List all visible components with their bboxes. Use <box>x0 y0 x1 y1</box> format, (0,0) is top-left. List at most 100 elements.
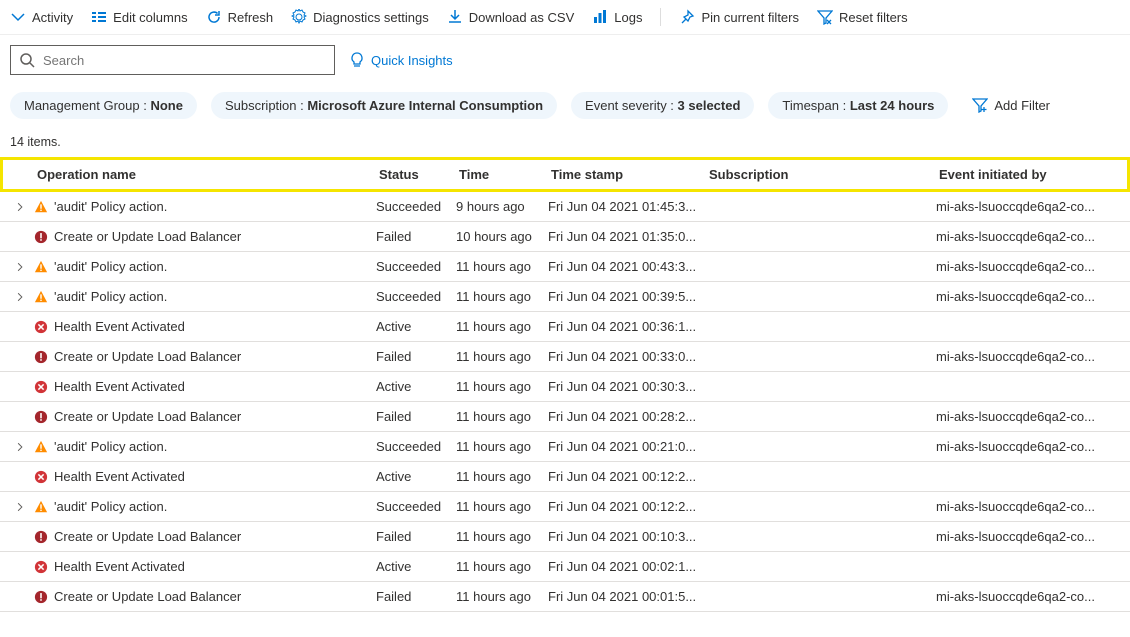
reset-label: Reset filters <box>839 10 908 25</box>
refresh-button[interactable]: Refresh <box>206 9 274 25</box>
logs-icon <box>592 9 608 25</box>
operation-name-text: 'audit' Policy action. <box>54 439 167 454</box>
edit-columns-button[interactable]: Edit columns <box>91 9 187 25</box>
activity-label: Activity <box>32 10 73 25</box>
cell-operation-name: 'audit' Policy action. <box>34 259 376 274</box>
pill-event-severity[interactable]: Event severity : 3 selected <box>571 92 754 119</box>
cell-timestamp: Fri Jun 04 2021 00:43:3... <box>548 259 706 274</box>
table-header: Operation name Status Time Time stamp Su… <box>0 157 1130 192</box>
reset-filters-button[interactable]: Reset filters <box>817 9 908 25</box>
warning-icon <box>34 500 48 514</box>
table-row[interactable]: 'audit' Policy action.Succeeded9 hours a… <box>0 192 1130 222</box>
cell-time: 11 hours ago <box>456 589 548 604</box>
toolbar-separator <box>660 8 661 26</box>
cell-event-initiated-by: mi-aks-lsuoccqde6qa2-co... <box>936 289 1124 304</box>
table-row[interactable]: Create or Update Load BalancerFailed11 h… <box>0 342 1130 372</box>
pill-management-group[interactable]: Management Group : None <box>10 92 197 119</box>
cell-timestamp: Fri Jun 04 2021 00:12:2... <box>548 499 706 514</box>
col-timestamp[interactable]: Time stamp <box>551 167 709 182</box>
operation-name-text: Create or Update Load Balancer <box>54 589 241 604</box>
table-row[interactable]: Create or Update Load BalancerFailed11 h… <box>0 582 1130 612</box>
table-body: 'audit' Policy action.Succeeded9 hours a… <box>0 192 1130 612</box>
table-row[interactable]: 'audit' Policy action.Succeeded11 hours … <box>0 252 1130 282</box>
expand-toggle[interactable] <box>6 442 34 452</box>
col-time[interactable]: Time <box>459 167 551 182</box>
pill-mg-value: None <box>150 98 183 113</box>
col-operation-name[interactable]: Operation name <box>37 167 379 182</box>
add-filter-button[interactable]: Add Filter <box>962 91 1060 119</box>
cell-time: 11 hours ago <box>456 409 548 424</box>
cell-event-initiated-by: mi-aks-lsuoccqde6qa2-co... <box>936 259 1124 274</box>
pin-label: Pin current filters <box>701 10 799 25</box>
table-row[interactable]: Health Event ActivatedActive11 hours ago… <box>0 312 1130 342</box>
pill-sev-value: 3 selected <box>678 98 741 113</box>
table-row[interactable]: Create or Update Load BalancerFailed11 h… <box>0 522 1130 552</box>
operation-name-text: Create or Update Load Balancer <box>54 349 241 364</box>
logs-button[interactable]: Logs <box>592 9 642 25</box>
pin-filters-button[interactable]: Pin current filters <box>679 9 799 25</box>
search-box[interactable] <box>10 45 335 75</box>
chevron-down-icon <box>10 9 26 25</box>
table-row[interactable]: Create or Update Load BalancerFailed11 h… <box>0 402 1130 432</box>
diagnostics-label: Diagnostics settings <box>313 10 429 25</box>
pill-subscription[interactable]: Subscription : Microsoft Azure Internal … <box>211 92 557 119</box>
cell-operation-name: Create or Update Load Balancer <box>34 409 376 424</box>
search-input[interactable] <box>43 53 326 68</box>
cell-event-initiated-by: mi-aks-lsuoccqde6qa2-co... <box>936 409 1124 424</box>
cell-timestamp: Fri Jun 04 2021 00:30:3... <box>548 379 706 394</box>
cell-operation-name: Health Event Activated <box>34 469 376 484</box>
diagnostics-button[interactable]: Diagnostics settings <box>291 9 429 25</box>
expand-toggle[interactable] <box>6 262 34 272</box>
cell-timestamp: Fri Jun 04 2021 00:01:5... <box>548 589 706 604</box>
table-row[interactable]: 'audit' Policy action.Succeeded11 hours … <box>0 432 1130 462</box>
operation-name-text: Create or Update Load Balancer <box>54 529 241 544</box>
table-row[interactable]: Health Event ActivatedActive11 hours ago… <box>0 462 1130 492</box>
cell-event-initiated-by: mi-aks-lsuoccqde6qa2-co... <box>936 499 1124 514</box>
operation-name-text: Health Event Activated <box>54 469 185 484</box>
cell-operation-name: Create or Update Load Balancer <box>34 229 376 244</box>
table-row[interactable]: Health Event ActivatedActive11 hours ago… <box>0 372 1130 402</box>
col-subscription[interactable]: Subscription <box>709 167 939 182</box>
quick-insights-button[interactable]: Quick Insights <box>349 52 453 68</box>
cell-event-initiated-by: mi-aks-lsuoccqde6qa2-co... <box>936 349 1124 364</box>
table-row[interactable]: 'audit' Policy action.Succeeded11 hours … <box>0 492 1130 522</box>
col-event-initiated-by[interactable]: Event initiated by <box>939 167 1121 182</box>
operation-name-text: Create or Update Load Balancer <box>54 409 241 424</box>
expand-toggle[interactable] <box>6 502 34 512</box>
cell-event-initiated-by: mi-aks-lsuoccqde6qa2-co... <box>936 439 1124 454</box>
cell-status: Succeeded <box>376 289 456 304</box>
cell-operation-name: 'audit' Policy action. <box>34 499 376 514</box>
expand-toggle[interactable] <box>6 202 34 212</box>
cell-timestamp: Fri Jun 04 2021 00:36:1... <box>548 319 706 334</box>
pill-ts-label: Timespan : <box>782 98 849 113</box>
cell-status: Active <box>376 559 456 574</box>
download-csv-button[interactable]: Download as CSV <box>447 9 575 25</box>
warning-icon <box>34 200 48 214</box>
expand-toggle[interactable] <box>6 292 34 302</box>
columns-icon <box>91 9 107 25</box>
cell-timestamp: Fri Jun 04 2021 01:35:0... <box>548 229 706 244</box>
cell-status: Active <box>376 469 456 484</box>
cell-time: 11 hours ago <box>456 499 548 514</box>
cell-timestamp: Fri Jun 04 2021 00:02:1... <box>548 559 706 574</box>
pill-timespan[interactable]: Timespan : Last 24 hours <box>768 92 948 119</box>
cell-operation-name: 'audit' Policy action. <box>34 199 376 214</box>
quick-insights-label: Quick Insights <box>371 53 453 68</box>
funnel-reset-icon <box>817 9 833 25</box>
table-row[interactable]: 'audit' Policy action.Succeeded11 hours … <box>0 282 1130 312</box>
col-status[interactable]: Status <box>379 167 459 182</box>
activity-dropdown[interactable]: Activity <box>10 9 73 25</box>
error-icon <box>34 380 48 394</box>
pill-sev-label: Event severity : <box>585 98 677 113</box>
download-icon <box>447 9 463 25</box>
bulb-icon <box>349 52 365 68</box>
error-icon <box>34 410 48 424</box>
operation-name-text: Health Event Activated <box>54 559 185 574</box>
warning-icon <box>34 440 48 454</box>
cell-event-initiated-by: mi-aks-lsuoccqde6qa2-co... <box>936 229 1124 244</box>
table-row[interactable]: Health Event ActivatedActive11 hours ago… <box>0 552 1130 582</box>
table-row[interactable]: Create or Update Load BalancerFailed10 h… <box>0 222 1130 252</box>
cell-operation-name: Health Event Activated <box>34 559 376 574</box>
cell-timestamp: Fri Jun 04 2021 00:39:5... <box>548 289 706 304</box>
cell-timestamp: Fri Jun 04 2021 00:12:2... <box>548 469 706 484</box>
